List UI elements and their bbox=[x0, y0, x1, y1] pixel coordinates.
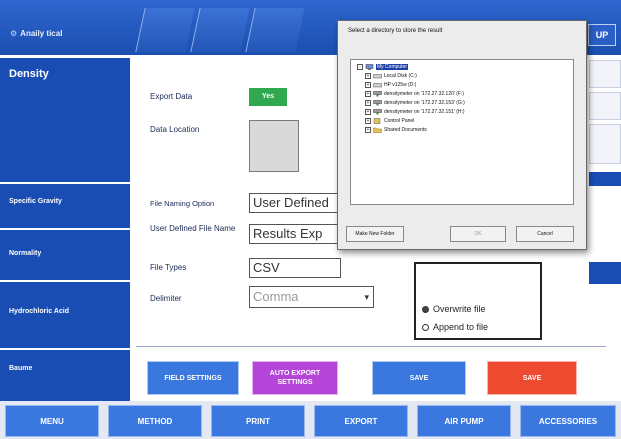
expand-icon[interactable]: - bbox=[357, 64, 363, 70]
tree-item-network-h[interactable]: + densitymeter on '172.27.32.151' (H:) bbox=[365, 109, 465, 115]
append-radio[interactable]: Append to file bbox=[422, 322, 488, 332]
nav-accessories-button[interactable]: ACCESSORIES bbox=[520, 405, 616, 437]
sidebar-item-baume[interactable]: Baume bbox=[0, 365, 130, 372]
directory-dialog: Select a directory to store the result -… bbox=[337, 20, 587, 250]
tree-item-network-f[interactable]: + densitymeter on '172.27.32.120' (F:) bbox=[365, 91, 464, 97]
dialog-title: Select a directory to store the result bbox=[348, 28, 443, 34]
delimiter-value: Comma bbox=[253, 289, 299, 304]
nav-export-button[interactable]: EXPORT bbox=[314, 405, 408, 437]
network-drive-icon bbox=[373, 109, 382, 115]
tree-item-my-computer[interactable]: - My Computer bbox=[357, 64, 409, 70]
gear-icon: ⚙ bbox=[10, 29, 18, 38]
dialog-cancel-button[interactable]: Cancel bbox=[516, 226, 574, 242]
edge-panel bbox=[589, 124, 621, 164]
append-label: Append to file bbox=[433, 322, 489, 332]
edge-panel bbox=[589, 92, 621, 120]
expand-icon[interactable]: + bbox=[365, 91, 371, 97]
header-tab bbox=[135, 8, 195, 52]
data-location-field[interactable] bbox=[249, 120, 299, 172]
nav-method-button[interactable]: METHOD bbox=[108, 405, 202, 437]
delimiter-label: Delimiter bbox=[150, 294, 182, 303]
delimiter-select[interactable]: Comma ▾ bbox=[249, 286, 374, 308]
tree-label: HP v125w (D:) bbox=[384, 82, 417, 88]
edge-panel bbox=[589, 60, 621, 88]
tree-label: densitymeter on '172.27.32.120' (F:) bbox=[384, 91, 465, 97]
sidebar-item-hydrochloric-acid[interactable]: Hydrochloric Acid bbox=[0, 308, 130, 315]
expand-icon[interactable]: + bbox=[365, 73, 371, 79]
expand-icon[interactable]: + bbox=[365, 109, 371, 115]
nav-print-button[interactable]: PRINT bbox=[211, 405, 305, 437]
network-drive-icon bbox=[373, 100, 382, 106]
nav-menu-button[interactable]: MENU bbox=[5, 405, 99, 437]
expand-icon[interactable]: + bbox=[365, 127, 371, 133]
sidebar-item-specific-gravity[interactable]: Specific Gravity bbox=[0, 198, 130, 205]
tree-label: Control Panel bbox=[384, 118, 415, 124]
tree-label: Shared Documents bbox=[384, 127, 427, 133]
folder-icon bbox=[373, 127, 382, 133]
tree-item-network-g[interactable]: + densitymeter on '172.27.32.153' (G:) bbox=[365, 100, 465, 106]
radio-selected-icon bbox=[422, 305, 429, 313]
tree-label: densitymeter on '172.27.32.153' (G:) bbox=[384, 100, 465, 106]
user-defined-name-label: User Defined File Name bbox=[150, 224, 236, 233]
tree-item-hp-drive[interactable]: + HP v125w (D:) bbox=[365, 82, 416, 88]
save-button[interactable]: SAVE bbox=[372, 361, 466, 395]
tree-item-shared-documents[interactable]: + Shared Documents bbox=[365, 127, 427, 133]
directory-tree[interactable]: - My Computer + Local Disk (C:) + HP v12… bbox=[350, 59, 574, 205]
tree-item-local-disk[interactable]: + Local Disk (C:) bbox=[365, 73, 417, 79]
overwrite-label: Overwrite file bbox=[433, 304, 486, 314]
nav-air-pump-button[interactable]: AIR PUMP bbox=[417, 405, 511, 437]
control-panel-icon bbox=[373, 118, 381, 124]
drive-icon bbox=[373, 74, 382, 79]
sidebar-divider bbox=[0, 182, 130, 184]
export-data-toggle[interactable]: Yes bbox=[249, 88, 287, 106]
brand-logo: ⚙ Anaily tical bbox=[10, 25, 105, 43]
expand-icon[interactable]: + bbox=[365, 118, 371, 124]
save-red-button[interactable]: SAVE bbox=[487, 361, 577, 395]
edge-panel bbox=[589, 262, 621, 284]
tree-label: My Computer bbox=[376, 64, 409, 70]
sidebar-divider bbox=[0, 228, 130, 230]
tree-label: densitymeter on '172.27.32.151' (H:) bbox=[384, 109, 465, 115]
file-types-label: File Types bbox=[150, 263, 187, 272]
data-location-label: Data Location bbox=[150, 125, 200, 134]
sidebar-divider bbox=[0, 348, 130, 350]
divider bbox=[136, 346, 606, 347]
file-naming-label: File Naming Option bbox=[150, 199, 215, 208]
edge-panel bbox=[589, 172, 621, 186]
dialog-ok-button[interactable]: OK bbox=[450, 226, 506, 242]
sidebar: Density Specific Gravity Normality Hydro… bbox=[0, 58, 130, 401]
drive-icon bbox=[373, 83, 382, 88]
radio-unselected-icon bbox=[422, 323, 429, 331]
expand-icon[interactable]: + bbox=[365, 82, 371, 88]
sidebar-item-density[interactable]: Density bbox=[0, 68, 130, 80]
computer-icon bbox=[365, 64, 374, 70]
header-right-button[interactable]: UP bbox=[588, 24, 616, 46]
file-types-field[interactable]: CSV bbox=[249, 258, 341, 278]
sidebar-item-normality[interactable]: Normality bbox=[0, 250, 130, 257]
chevron-down-icon: ▾ bbox=[364, 292, 369, 302]
header-tab bbox=[245, 8, 305, 52]
brand-name: Anaily tical bbox=[20, 29, 63, 38]
expand-icon[interactable]: + bbox=[365, 100, 371, 106]
auto-export-settings-button[interactable]: AUTO EXPORT SETTINGS bbox=[252, 361, 338, 395]
write-mode-group: Overwrite file Append to file bbox=[414, 262, 542, 340]
header-tab bbox=[190, 8, 250, 52]
field-settings-button[interactable]: FIELD SETTINGS bbox=[147, 361, 239, 395]
network-drive-icon bbox=[373, 91, 382, 97]
overwrite-radio[interactable]: Overwrite file bbox=[422, 304, 486, 314]
tree-item-control-panel[interactable]: + Control Panel bbox=[365, 118, 414, 124]
export-data-label: Export Data bbox=[150, 92, 193, 101]
make-new-folder-button[interactable]: Make New Folder bbox=[346, 226, 404, 242]
sidebar-divider bbox=[0, 280, 130, 282]
tree-label: Local Disk (C:) bbox=[384, 73, 417, 79]
